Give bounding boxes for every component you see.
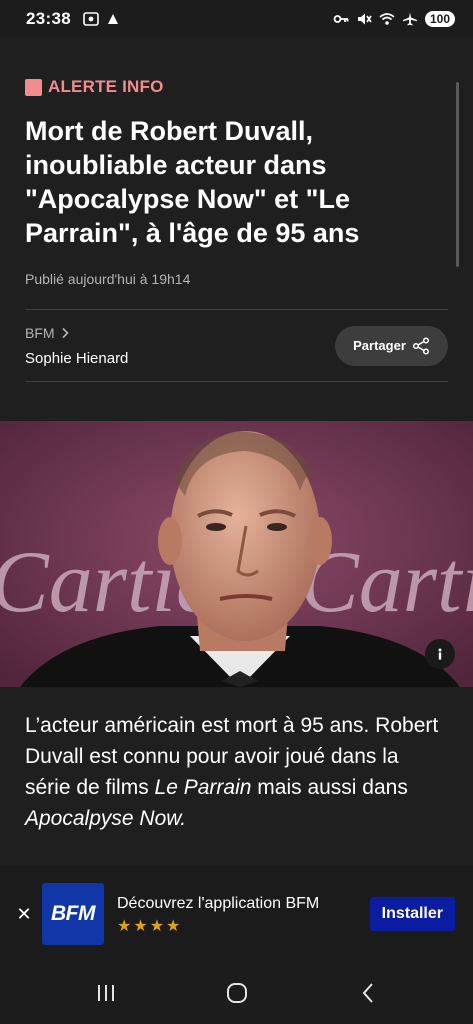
home-button[interactable]: [217, 973, 257, 1013]
article-header: ALERTE INFO Mort de Robert Duvall, inoub…: [0, 38, 473, 421]
home-icon: [226, 983, 247, 1003]
film-title-apocalypse-now: Apocalpyse Now.: [25, 807, 187, 830]
share-label: Partager: [353, 338, 406, 353]
film-title-le-parrain: Le Parrain: [154, 776, 252, 799]
article-headline: Mort de Robert Duvall, inoubliable acteu…: [25, 116, 360, 248]
status-bar: 23:38 100: [0, 0, 473, 38]
source-label: BFM: [25, 324, 55, 341]
byline: BFM Sophie Hienard Partager: [25, 310, 448, 381]
divider: [25, 381, 448, 382]
portrait-image: Cartier Cartier: [0, 421, 473, 687]
bfm-logo: BFM: [42, 883, 104, 945]
back-icon: [362, 983, 373, 1003]
airplane-icon: [402, 12, 417, 26]
battery-indicator: 100: [424, 11, 455, 27]
alert-square-icon: [25, 78, 42, 96]
chevron-right-icon: [61, 327, 69, 338]
notification-icon: [107, 14, 118, 24]
banner-title: Découvrez l'application BFM: [117, 894, 320, 912]
install-button[interactable]: Installer: [369, 897, 455, 931]
mute-icon: [357, 13, 372, 25]
share-button[interactable]: Partager: [335, 325, 448, 366]
app-install-banner: ✕ BFM Découvrez l'application BFM ★★★★ I…: [0, 866, 473, 962]
system-nav-bar: [0, 962, 473, 1024]
source-link[interactable]: BFM: [25, 325, 128, 341]
screenshot-icon: [83, 12, 99, 26]
back-button[interactable]: [348, 973, 388, 1013]
image-info-button[interactable]: [425, 639, 455, 669]
status-time: 23:38: [26, 9, 71, 28]
wifi-icon: [379, 13, 395, 25]
alert-tag: ALERTE INFO: [25, 77, 448, 97]
info-icon: [438, 648, 442, 660]
recent-apps-button[interactable]: [86, 973, 126, 1013]
share-icon: [412, 336, 429, 355]
close-icon[interactable]: ✕: [16, 904, 32, 925]
author-name: Sophie Hienard: [25, 349, 129, 367]
publish-date: Publié aujourd'hui à 19h14: [25, 271, 191, 287]
article-lead: L’acteur américain est mort à 95 ans. Ro…: [25, 714, 439, 830]
recent-apps-icon: [97, 985, 114, 1001]
article-photo[interactable]: Cartier Cartier: [0, 421, 473, 687]
vpn-key-icon: [333, 15, 349, 23]
alert-label: ALERTE INFO: [48, 77, 164, 96]
scrollbar[interactable]: [456, 82, 459, 267]
rating-stars: ★★★★: [117, 917, 183, 935]
